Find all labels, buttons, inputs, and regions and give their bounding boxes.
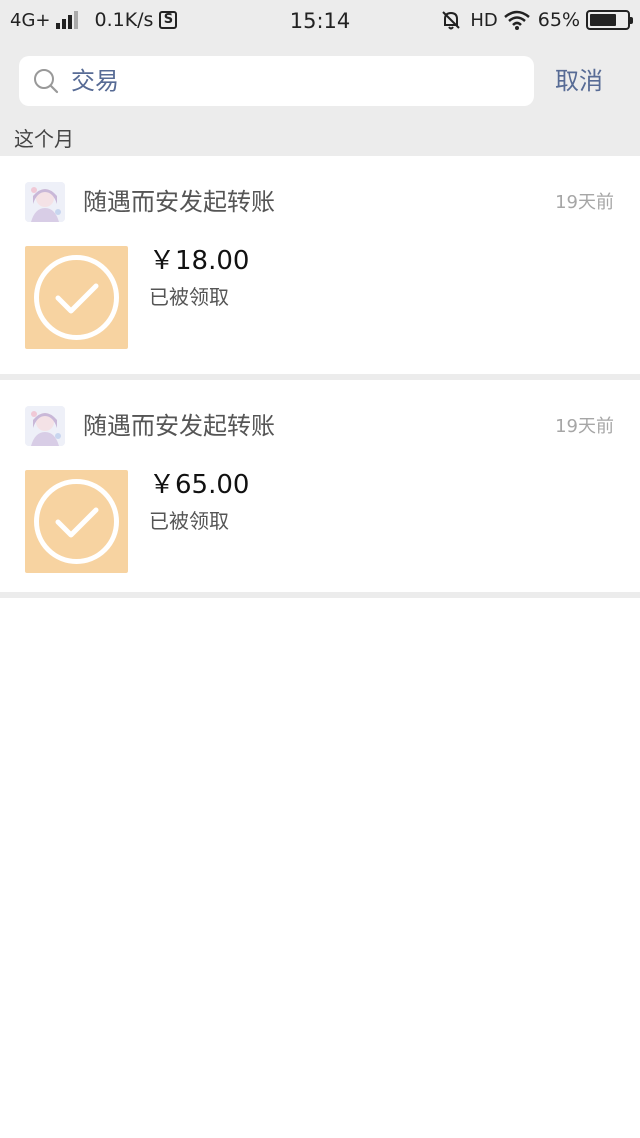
hd-indicator: HD <box>470 9 498 31</box>
status-bar: 4G+ 0.1K/s S 15:14 HD 65% <box>0 0 640 44</box>
transaction-card[interactable]: 随遇而安发起转账 19天前 ￥65.00 已被领取 <box>0 380 640 598</box>
battery-percent: 65% <box>537 9 580 31</box>
search-icon <box>34 69 59 94</box>
transaction-card[interactable]: 随遇而安发起转账 19天前 ￥18.00 已被领取 <box>0 156 640 374</box>
transfer-thumbnail <box>25 246 128 349</box>
avatar-image <box>25 406 65 446</box>
avatar-image <box>25 182 65 222</box>
search-query: 交易 <box>71 67 119 95</box>
status-right: HD 65% <box>440 9 633 31</box>
check-circle-icon <box>34 255 119 340</box>
sender-title: 随遇而安发起转账 <box>83 188 275 216</box>
cancel-button[interactable]: 取消 <box>555 66 603 96</box>
transfer-amount: ￥18.00 <box>149 246 250 276</box>
timestamp: 19天前 <box>555 192 614 213</box>
search-input[interactable]: 交易 <box>19 56 534 106</box>
timestamp: 19天前 <box>555 416 614 437</box>
section-label: 这个月 <box>14 127 74 151</box>
transfer-amount: ￥65.00 <box>149 470 250 500</box>
check-circle-icon <box>34 479 119 564</box>
avatar[interactable] <box>25 406 65 446</box>
sender-title: 随遇而安发起转账 <box>83 412 275 440</box>
transfer-thumbnail <box>25 470 128 573</box>
card-divider <box>0 592 640 598</box>
bell-off-icon <box>442 11 461 30</box>
transfer-status: 已被领取 <box>149 285 229 309</box>
avatar[interactable] <box>25 182 65 222</box>
battery-icon <box>586 10 633 30</box>
transfer-status: 已被领取 <box>149 509 229 533</box>
wifi-icon <box>503 10 530 30</box>
